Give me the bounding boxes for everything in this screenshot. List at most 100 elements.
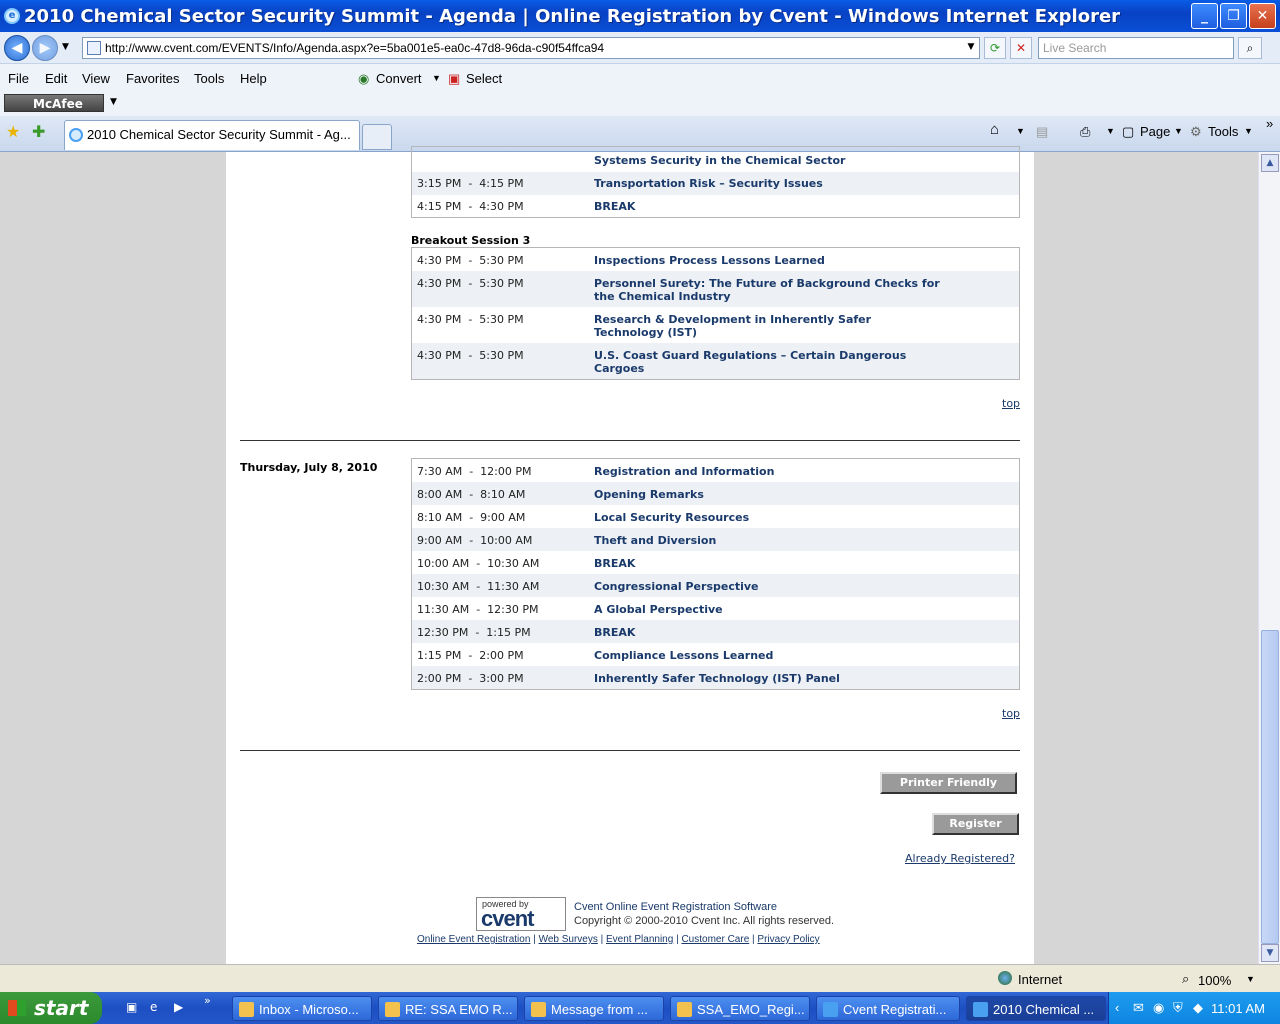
taskbar: start ▣ e ▶ » Inbox - Microso... RE: SSA… <box>0 992 1280 1024</box>
home-icon[interactable]: ⌂ <box>990 121 999 138</box>
footer-link[interactable]: Event Planning <box>606 934 673 945</box>
convert-dropdown-icon[interactable]: ▼ <box>432 73 441 83</box>
session-title[interactable]: Personnel Surety: The Future of Backgrou… <box>594 277 944 303</box>
select-button[interactable]: Select <box>466 71 502 86</box>
maximize-button[interactable]: ❐ <box>1220 3 1247 29</box>
zoom-dropdown-icon[interactable]: ▼ <box>1246 974 1255 984</box>
home-dropdown-icon[interactable]: ▼ <box>1016 126 1025 136</box>
ie-icon: e <box>4 8 20 24</box>
footer-link[interactable]: Web Surveys <box>539 934 598 945</box>
favorites-star-icon[interactable]: ★ <box>6 122 20 141</box>
back-button[interactable]: ◀ <box>4 35 30 61</box>
footer-link[interactable]: Privacy Policy <box>757 934 819 945</box>
tools-dropdown-icon[interactable]: ▼ <box>1244 126 1253 136</box>
print-icon[interactable]: ⎙ <box>1080 124 1090 140</box>
task-button[interactable]: Cvent Registrati... <box>816 996 960 1021</box>
session-title[interactable]: Compliance Lessons Learned <box>594 649 954 662</box>
footer-link[interactable]: Customer Care <box>681 934 749 945</box>
session-title[interactable]: U.S. Coast Guard Regulations – Certain D… <box>594 349 934 375</box>
session-title[interactable]: Local Security Resources <box>594 511 954 524</box>
tray-mail-icon[interactable]: ✉ <box>1133 1000 1144 1016</box>
start-button[interactable]: start <box>0 992 102 1024</box>
footer-link[interactable]: Online Event Registration <box>417 934 530 945</box>
top-link[interactable]: top <box>1002 397 1020 410</box>
mcafee-dropdown-icon[interactable]: ▼ <box>110 97 117 107</box>
task-label: RE: SSA EMO R... <box>405 1002 513 1017</box>
session-time: 4:30 PM - 5:30 PM <box>417 349 524 362</box>
status-bar: Internet ⌕ 100% ▼ <box>0 964 1280 992</box>
address-dropdown-icon[interactable]: ▼ <box>960 37 982 59</box>
top-link[interactable]: top <box>1002 707 1020 720</box>
history-dropdown-icon[interactable]: ▼ <box>62 42 69 52</box>
menu-help[interactable]: Help <box>240 71 267 86</box>
session-title[interactable]: Systems Security in the Chemical Sector <box>594 154 954 167</box>
tools-menu[interactable]: Tools <box>1208 124 1238 139</box>
tray-app-icon[interactable]: ◉ <box>1153 1000 1164 1016</box>
search-input[interactable]: Live Search <box>1038 37 1234 59</box>
address-bar[interactable]: http://www.cvent.com/EVENTS/Info/Agenda.… <box>82 37 980 59</box>
close-button[interactable]: ✕ <box>1249 3 1276 29</box>
task-button-active[interactable]: 2010 Chemical ... <box>966 996 1106 1021</box>
session-time: 11:30 AM - 12:30 PM <box>417 603 539 616</box>
already-registered-link[interactable]: Already Registered? <box>905 852 1015 865</box>
stop-icon[interactable]: ✕ <box>1010 37 1032 59</box>
tray-network-icon[interactable]: ◆ <box>1193 1000 1203 1016</box>
tray-security-icon[interactable]: ⛨ <box>1173 1000 1183 1016</box>
menu-edit[interactable]: Edit <box>45 71 67 86</box>
menu-view[interactable]: View <box>82 71 110 86</box>
page-dropdown-icon[interactable]: ▼ <box>1174 126 1183 136</box>
cvent-logo[interactable]: powered by cvent <box>476 897 566 931</box>
menu-file[interactable]: File <box>8 71 29 86</box>
media-quicklaunch-icon[interactable]: ▶ <box>174 1000 183 1014</box>
feeds-icon[interactable]: ▤ <box>1036 124 1048 140</box>
session-title[interactable]: Registration and Information <box>594 465 954 478</box>
session-title[interactable]: Theft and Diversion <box>594 534 954 547</box>
register-button[interactable]: Register <box>932 813 1019 835</box>
chevron-more-icon[interactable]: » <box>1266 116 1273 131</box>
clock[interactable]: 11:01 AM <box>1211 1001 1265 1016</box>
task-button[interactable]: Message from ... <box>524 996 664 1021</box>
tab-active[interactable]: 2010 Chemical Sector Security Summit - A… <box>64 120 360 150</box>
task-button[interactable]: RE: SSA EMO R... <box>378 996 518 1021</box>
task-icon <box>239 1002 254 1017</box>
window-title: 2010 Chemical Sector Security Summit - A… <box>24 5 1121 27</box>
forward-button[interactable]: ▶ <box>32 35 58 61</box>
page-menu[interactable]: Page <box>1140 124 1170 139</box>
quicklaunch-icon[interactable]: ▣ <box>126 1000 137 1014</box>
session-time: 4:30 PM - 5:30 PM <box>417 313 524 326</box>
menu-tools[interactable]: Tools <box>194 71 224 86</box>
menu-bar: File Edit View Favorites Tools Help ◉ Co… <box>0 64 1280 92</box>
session-title[interactable]: Opening Remarks <box>594 488 954 501</box>
session-title[interactable]: Inherently Safer Technology (IST) Panel <box>594 672 954 685</box>
add-favorites-icon[interactable]: ✚ <box>32 122 45 141</box>
tray-expand-icon[interactable]: ‹ <box>1115 1000 1119 1015</box>
print-dropdown-icon[interactable]: ▼ <box>1106 126 1115 136</box>
search-icon[interactable]: ⌕ <box>1238 37 1262 59</box>
session-title[interactable]: Research & Development in Inherently Saf… <box>594 313 904 339</box>
session-title[interactable]: Congressional Perspective <box>594 580 954 593</box>
minimize-button[interactable]: _ <box>1191 3 1218 29</box>
scroll-down-icon[interactable]: ▼ <box>1261 944 1279 962</box>
ie-quicklaunch-icon[interactable]: e <box>150 1000 157 1014</box>
session-title[interactable]: Transportation Risk – Security Issues <box>594 177 954 190</box>
menu-favorites[interactable]: Favorites <box>126 71 179 86</box>
session-title[interactable]: Inspections Process Lessons Learned <box>594 254 954 267</box>
scroll-thumb[interactable] <box>1261 630 1279 944</box>
convert-button[interactable]: Convert <box>376 71 422 86</box>
zoom-level[interactable]: 100% <box>1198 973 1231 988</box>
refresh-icon[interactable]: ⟳ <box>984 37 1006 59</box>
vertical-scrollbar[interactable]: ▲ ▼ <box>1258 152 1280 964</box>
new-tab-button[interactable] <box>362 124 392 150</box>
session-title[interactable]: A Global Perspective <box>594 603 954 616</box>
mcafee-button[interactable]: McAfee <box>4 94 104 112</box>
quicklaunch-more-icon[interactable]: » <box>204 994 211 1007</box>
session-title: BREAK <box>594 557 636 570</box>
zoom-icon: ⌕ <box>1182 971 1190 986</box>
session-time: 7:30 AM - 12:00 PM <box>417 465 532 478</box>
task-button[interactable]: Inbox - Microso... <box>232 996 372 1021</box>
task-button[interactable]: SSA_EMO_Regi... <box>670 996 810 1021</box>
session-time: 4:30 PM - 5:30 PM <box>417 277 524 290</box>
printer-friendly-button[interactable]: Printer Friendly <box>880 772 1017 794</box>
divider <box>240 750 1020 751</box>
scroll-up-icon[interactable]: ▲ <box>1261 154 1279 172</box>
